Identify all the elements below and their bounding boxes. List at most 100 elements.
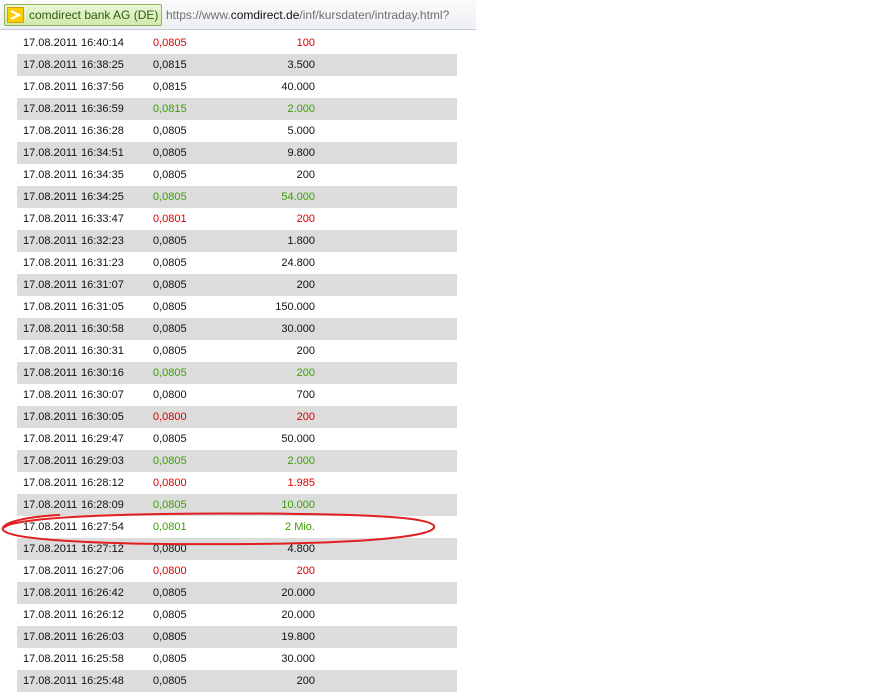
url-path: /inf/kursdaten/intraday.html? [299,8,450,22]
time-cell: 16:31:05 [81,301,124,313]
site-identity-button[interactable]: comdirect bank AG (DE) [4,4,162,26]
table-row: 17.08.2011 16:30:05 0,0800 200 [17,406,457,428]
volume-cell: 50.000 [281,433,315,445]
table-row: 17.08.2011 16:31:05 0,0805 150.000 [17,296,457,318]
table-row: 17.08.2011 16:27:12 0,0800 4.800 [17,538,457,560]
price-cell: 0,0801 [153,213,187,225]
date-cell: 17.08.2011 [23,389,78,401]
volume-cell: 200 [296,345,315,357]
price-cell: 0,0815 [153,81,187,93]
time-cell: 16:34:35 [81,169,124,181]
table-row: 17.08.2011 16:37:56 0,0815 40.000 [17,76,457,98]
table-row: 17.08.2011 16:29:47 0,0805 50.000 [17,428,457,450]
table-row: 17.08.2011 16:30:58 0,0805 30.000 [17,318,457,340]
price-cell: 0,0815 [153,54,225,76]
time-cell: 16:26:03 [81,626,153,648]
volume-cell: 20.000 [225,582,315,604]
price-cell: 0,0800 [153,477,187,489]
date-cell: 17.08.2011 [23,37,78,49]
volume-cell: 200 [296,169,315,181]
volume-cell: 1.985 [287,477,315,489]
intraday-trades-table: 17.08.2011 16:40:14 0,0805 100 17.08.2011 16:… [17,32,457,692]
table-row-highlighted: 17.08.2011 16:27:54 0,0801 2 Mio. [17,516,457,538]
volume-cell: 19.800 [225,626,315,648]
date-cell: 17.08.2011 [23,257,78,269]
table-row: 17.08.2011 16:31:07 0,0805 200 [17,274,457,296]
time-cell: 16:36:59 [81,98,153,120]
price-cell: 0,0815 [153,98,225,120]
row-filler [315,582,457,604]
table-row: 17.08.2011 16:32:23 0,0805 1.800 [17,230,457,252]
time-cell: 16:34:51 [81,142,153,164]
volume-cell: 200 [225,362,315,384]
volume-cell: 700 [296,389,315,401]
row-filler [315,32,457,54]
volume-cell: 20.000 [281,609,315,621]
date-cell: 17.08.2011 [23,81,78,93]
row-filler [315,428,457,450]
table-row: 17.08.2011 16:40:14 0,0805 100 [17,32,457,54]
volume-cell: 4.800 [225,538,315,560]
time-cell: 16:37:56 [81,81,124,93]
price-cell: 0,0805 [153,626,225,648]
price-cell: 0,0800 [153,538,225,560]
volume-cell: 2.000 [225,450,315,472]
date-cell: 17.08.2011 [17,626,81,648]
row-filler [315,274,457,296]
row-filler [315,230,457,252]
date-cell: 17.08.2011 [23,125,78,137]
volume-cell: 1.800 [225,230,315,252]
site-identity-label: comdirect bank AG (DE) [29,8,159,22]
row-filler [315,362,457,384]
time-cell: 16:32:23 [81,230,153,252]
price-cell: 0,0805 [153,257,187,269]
time-cell: 16:30:05 [81,406,153,428]
date-cell: 17.08.2011 [17,54,81,76]
table-row: 17.08.2011 16:30:07 0,0800 700 [17,384,457,406]
time-cell: 16:34:25 [81,186,153,208]
volume-cell: 30.000 [281,653,315,665]
time-cell: 16:30:58 [81,318,153,340]
row-filler [315,648,457,670]
price-cell: 0,0805 [153,362,225,384]
volume-cell: 3.500 [225,54,315,76]
price-cell: 0,0805 [153,609,187,621]
row-filler [315,494,457,516]
date-cell: 17.08.2011 [23,609,78,621]
table-row: 17.08.2011 16:34:51 0,0805 9.800 [17,142,457,164]
time-cell: 16:25:58 [81,653,124,665]
row-filler [315,208,457,230]
address-bar: comdirect bank AG (DE) https://www.comdi… [0,0,476,30]
volume-cell: 200 [225,670,315,692]
row-filler [315,296,457,318]
time-cell: 16:29:47 [81,433,124,445]
row-filler [315,340,457,362]
price-cell: 0,0805 [153,169,187,181]
url-field[interactable]: https://www.comdirect.de/inf/kursdaten/i… [166,8,449,22]
volume-cell: 200 [296,213,315,225]
price-cell: 0,0805 [153,125,187,137]
time-cell: 16:40:14 [81,37,124,49]
date-cell: 17.08.2011 [17,274,81,296]
date-cell: 17.08.2011 [17,450,81,472]
price-cell: 0,0805 [153,301,187,313]
time-cell: 16:36:28 [81,125,124,137]
time-cell: 16:33:47 [81,213,124,225]
table-row: 17.08.2011 16:33:47 0,0801 200 [17,208,457,230]
date-cell: 17.08.2011 [23,345,78,357]
table-row: 17.08.2011 16:30:16 0,0805 200 [17,362,457,384]
time-cell: 16:29:03 [81,450,153,472]
price-cell: 0,0805 [153,433,187,445]
time-cell: 16:25:48 [81,670,153,692]
time-cell: 16:31:07 [81,274,153,296]
table-row: 17.08.2011 16:34:35 0,0805 200 [17,164,457,186]
table-row: 17.08.2011 16:36:28 0,0805 5.000 [17,120,457,142]
date-cell: 17.08.2011 [23,477,78,489]
time-cell: 16:26:42 [81,582,153,604]
price-cell: 0,0800 [153,389,187,401]
date-cell: 17.08.2011 [23,653,78,665]
row-filler [315,472,457,494]
time-cell: 16:27:12 [81,538,153,560]
price-cell: 0,0805 [153,450,225,472]
volume-cell: 200 [296,565,315,577]
